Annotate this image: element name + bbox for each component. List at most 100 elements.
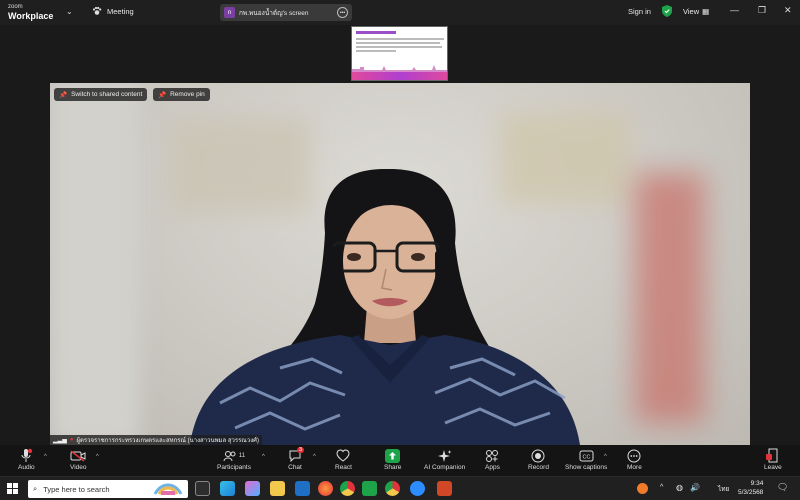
audio-button[interactable]: Audio [18,447,35,471]
thumbnail-line [356,42,440,44]
speaker-icon[interactable]: 🔊 [690,483,700,492]
file-explorer-icon[interactable] [270,481,285,496]
main-video-tile[interactable]: 📌 Switch to shared content 📌 Remove pin … [50,83,750,445]
captions-label: Show captions [565,464,608,471]
captions-icon: CC [579,450,594,461]
record-label: Record [528,464,549,471]
pin-icon: 📌 [59,91,68,99]
notification-center-icon[interactable]: 🗨 [777,482,788,493]
share-arrow-icon [385,448,401,463]
chrome-icon[interactable] [385,481,400,496]
line-icon[interactable] [362,481,377,496]
encryption-shield-icon[interactable] [662,5,672,17]
paw-icon [92,6,102,15]
chrome-icon[interactable] [340,481,355,496]
notification-app-icon[interactable] [637,483,648,494]
meeting-label: Meeting [107,6,134,16]
thumbnail-skyline [352,65,447,72]
thumbnail-line [356,38,444,40]
video-camera-off-icon [70,449,86,462]
search-placeholder: Type here to search [43,484,110,494]
windows-taskbar: ⌕ Type here to search ^ ◍ 🔊 ไทย 9:34 5/3… [0,476,800,500]
remove-pin-button[interactable]: 📌 Remove pin [153,88,210,101]
participants-button[interactable]: 11 Participants [217,447,251,471]
record-button[interactable]: Record [528,447,549,471]
task-view-icon[interactable] [195,481,210,496]
more-options-icon[interactable]: ••• [337,7,348,18]
restore-icon[interactable]: ❐ [758,5,766,16]
captions-options-caret-icon[interactable]: ^ [604,454,607,460]
search-icon: ⌕ [33,484,38,493]
audio-options-caret-icon[interactable]: ^ [44,454,47,460]
mic-muted-icon: ● [69,437,74,443]
ai-companion-label: AI Companion [424,464,466,471]
zoom-icon[interactable] [410,481,425,496]
heart-icon [336,449,350,462]
grid-icon: ▦ [702,7,710,16]
apps-label: Apps [485,464,500,471]
video-label: Video [70,464,87,471]
powerpoint-icon[interactable] [437,481,452,496]
switch-to-shared-content-button[interactable]: 📌 Switch to shared content [54,88,148,101]
sparkle-icon [437,449,452,462]
react-label: React [335,464,352,471]
language-indicator[interactable]: ไทย [718,484,729,494]
shared-screen-label: กพ.พนองน้ำต์ญ's screen [239,9,309,17]
microphone-icon [21,448,33,462]
taskbar-search-input[interactable]: ⌕ Type here to search [28,480,188,498]
thumbnail-line [356,46,442,48]
react-button[interactable]: React [335,447,352,471]
shared-screen-thumbnail[interactable] [351,26,448,81]
outlook-icon[interactable] [295,481,310,496]
record-icon [531,449,545,462]
video-options-caret-icon[interactable]: ^ [96,454,99,460]
close-icon[interactable]: ✕ [784,5,792,16]
chat-badge: 3 [297,447,305,453]
participants-options-caret-icon[interactable]: ^ [262,454,265,460]
audio-label: Audio [18,464,35,471]
top-bar: zoom Workplace ⌄ Meeting n กพ.พนองน้ำต์ญ… [0,0,800,25]
logo-big: Workplace [8,11,54,21]
ai-companion-button[interactable]: AI Companion [424,447,465,471]
thumbnail-line [356,50,396,52]
participant-figure [190,168,580,445]
apps-button[interactable]: Apps [485,447,500,471]
firefox-icon[interactable] [318,481,333,496]
participants-count: 11 [238,452,246,459]
video-button[interactable]: Video [70,447,87,471]
chat-options-caret-icon[interactable]: ^ [313,454,316,460]
clock-date: 5/3/2568 [738,489,764,496]
participants-label: Participants [217,464,251,471]
view-label: View [683,7,700,16]
leave-label: Leave [764,464,782,471]
zoom-logo: zoom Workplace [8,3,53,21]
edge-icon[interactable] [220,481,235,496]
share-button[interactable]: Share [384,447,401,471]
network-icon[interactable]: ◍ [676,483,683,492]
more-label: More [627,464,642,471]
shared-screen-pill[interactable]: n กพ.พนองน้ำต์ญ's screen ••• [220,4,352,21]
sign-in-link[interactable]: Sign in [628,7,651,16]
apps-icon [486,449,499,462]
copilot-icon[interactable] [245,481,260,496]
meeting-toolbar: Audio ^ Video ^ 11 Participants ^ 3 Chat… [0,445,800,476]
svg-text:CC: CC [582,454,590,460]
thumbnail-footer [352,72,447,80]
meeting-menu[interactable]: Meeting [92,6,134,16]
leave-door-icon [765,448,778,463]
share-label: Share [384,464,402,471]
chat-button[interactable]: 3 Chat [288,447,305,471]
chevron-down-icon[interactable]: ⌄ [66,7,73,16]
leave-button[interactable]: Leave [764,447,782,471]
taskbar-clock[interactable]: 9:34 5/3/2568 [738,479,763,497]
windows-start-icon[interactable] [7,483,18,494]
minimize-icon[interactable]: — [730,5,739,15]
more-button[interactable]: More [627,447,642,471]
tray-chevron-icon[interactable]: ^ [660,484,663,491]
view-menu[interactable]: View ▦ [683,7,709,16]
search-highlight-icon [153,483,183,495]
remove-pin-label: Remove pin [170,91,205,98]
thumbnail-title-bar [356,31,396,34]
signal-icon: ▂▃▅ [53,437,67,444]
show-captions-button[interactable]: CC Show captions [565,447,607,471]
